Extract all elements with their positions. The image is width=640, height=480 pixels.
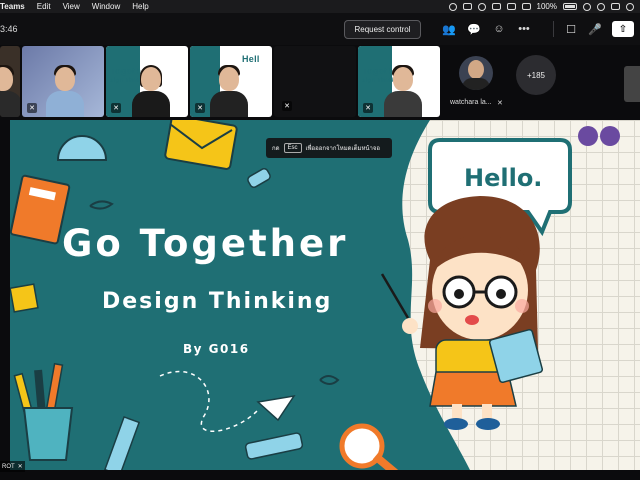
participant-strip: ✕ Togethe sign Thinki ✕ Hell ✕ ✕ Togeth … [0, 46, 640, 117]
input-source-icon[interactable] [506, 3, 516, 10]
participant-tile[interactable]: ✕ [274, 46, 356, 117]
bluetooth-icon[interactable] [521, 3, 531, 10]
headphones-icon[interactable] [477, 2, 486, 11]
menu-edit[interactable]: Edit [37, 2, 51, 11]
shared-screen: Go Together Design Thinking By G016 Hell… [0, 118, 640, 480]
meeting-timer: 3:46 [0, 24, 18, 34]
participant-video [46, 65, 84, 117]
participant-tile[interactable]: Hell ✕ [190, 46, 272, 117]
menu-view[interactable]: View [63, 2, 80, 11]
reactions-icon[interactable]: ☺ [492, 22, 506, 36]
menu-help[interactable]: Help [132, 2, 148, 11]
university-logo-icon [578, 126, 598, 146]
camera-off-icon[interactable]: ☐ [564, 22, 578, 36]
slide-subtitle: Design Thinking [102, 289, 333, 314]
participant-video [210, 65, 248, 117]
participant-video [0, 65, 20, 117]
presenter-label: ROT ✕ [0, 461, 25, 472]
creative-cloud-icon[interactable] [448, 2, 457, 11]
share-content-button[interactable]: ⇧ [612, 21, 634, 37]
participant-tile[interactable]: Togethe sign Thinki ✕ [106, 46, 188, 117]
macos-menu-bar: Teams Edit View Window Help 100% [0, 0, 640, 13]
mic-muted-icon: ✕ [282, 101, 292, 111]
mic-muted-icon: ✕ [497, 100, 503, 107]
mic-muted-icon: ✕ [195, 103, 205, 113]
participant-tile[interactable] [624, 66, 640, 102]
esc-key-badge: Esc [283, 143, 302, 153]
exit-fullscreen-tooltip: กด Esc เพื่อออกจากโหมดเต็มหน้าจอ [266, 138, 392, 158]
people-icon[interactable]: 👥 [442, 22, 456, 36]
presentation-slide: Go Together Design Thinking By G016 Hell… [10, 120, 640, 470]
mic-muted-icon: ✕ [27, 103, 37, 113]
more-participants-button[interactable]: +185 [516, 55, 556, 95]
participant-video [384, 65, 422, 117]
monitor-icon[interactable] [491, 3, 501, 10]
slide-byline: By G016 [183, 342, 250, 356]
menu-window[interactable]: Window [92, 2, 120, 11]
battery-percent: 100% [536, 2, 557, 11]
tooltip-prefix: กด [272, 146, 280, 152]
presenter-name: ROT [2, 463, 15, 470]
search-icon[interactable] [597, 2, 605, 11]
more-actions-button[interactable]: ••• [517, 22, 531, 36]
tooltip-suffix: เพื่อออกจากโหมดเต็มหน้าจอ [305, 146, 380, 152]
mini-slide-text: Hell [242, 54, 260, 64]
mic-muted-icon: ✕ [17, 464, 23, 470]
participant-tile[interactable]: watchara la... ✕ [440, 46, 511, 117]
screen-record-icon[interactable] [462, 3, 472, 10]
wifi-icon[interactable] [583, 2, 591, 11]
mic-muted-icon: ✕ [363, 103, 373, 113]
control-center-icon[interactable] [611, 3, 620, 10]
request-control-button[interactable]: Request control [344, 20, 421, 39]
battery-icon[interactable] [563, 3, 577, 10]
toolbar-divider [553, 21, 554, 37]
mic-muted-icon: ✕ [111, 103, 121, 113]
meeting-toolbar: 3:46 Request control 👥 💬 ☺ ••• ☐ 🎤 ⇧ [0, 13, 640, 45]
participant-tile[interactable]: Togeth sign Think ✕ [358, 46, 440, 117]
speech-bubble-text: Hello. [464, 164, 543, 192]
chat-icon[interactable]: 💬 [467, 22, 481, 36]
mic-off-icon[interactable]: 🎤 [588, 22, 602, 36]
avatar [459, 56, 493, 90]
participant-tile[interactable]: ✕ [22, 46, 104, 117]
university-logo-icon [600, 126, 620, 146]
participant-tile[interactable] [0, 46, 20, 117]
app-menu-teams[interactable]: Teams [0, 2, 25, 11]
slide-title: Go Together [62, 222, 349, 265]
participant-name: watchara la... [450, 99, 492, 106]
participant-video [132, 65, 170, 117]
sticky-note-icon [10, 283, 39, 313]
siri-icon[interactable] [626, 2, 634, 11]
